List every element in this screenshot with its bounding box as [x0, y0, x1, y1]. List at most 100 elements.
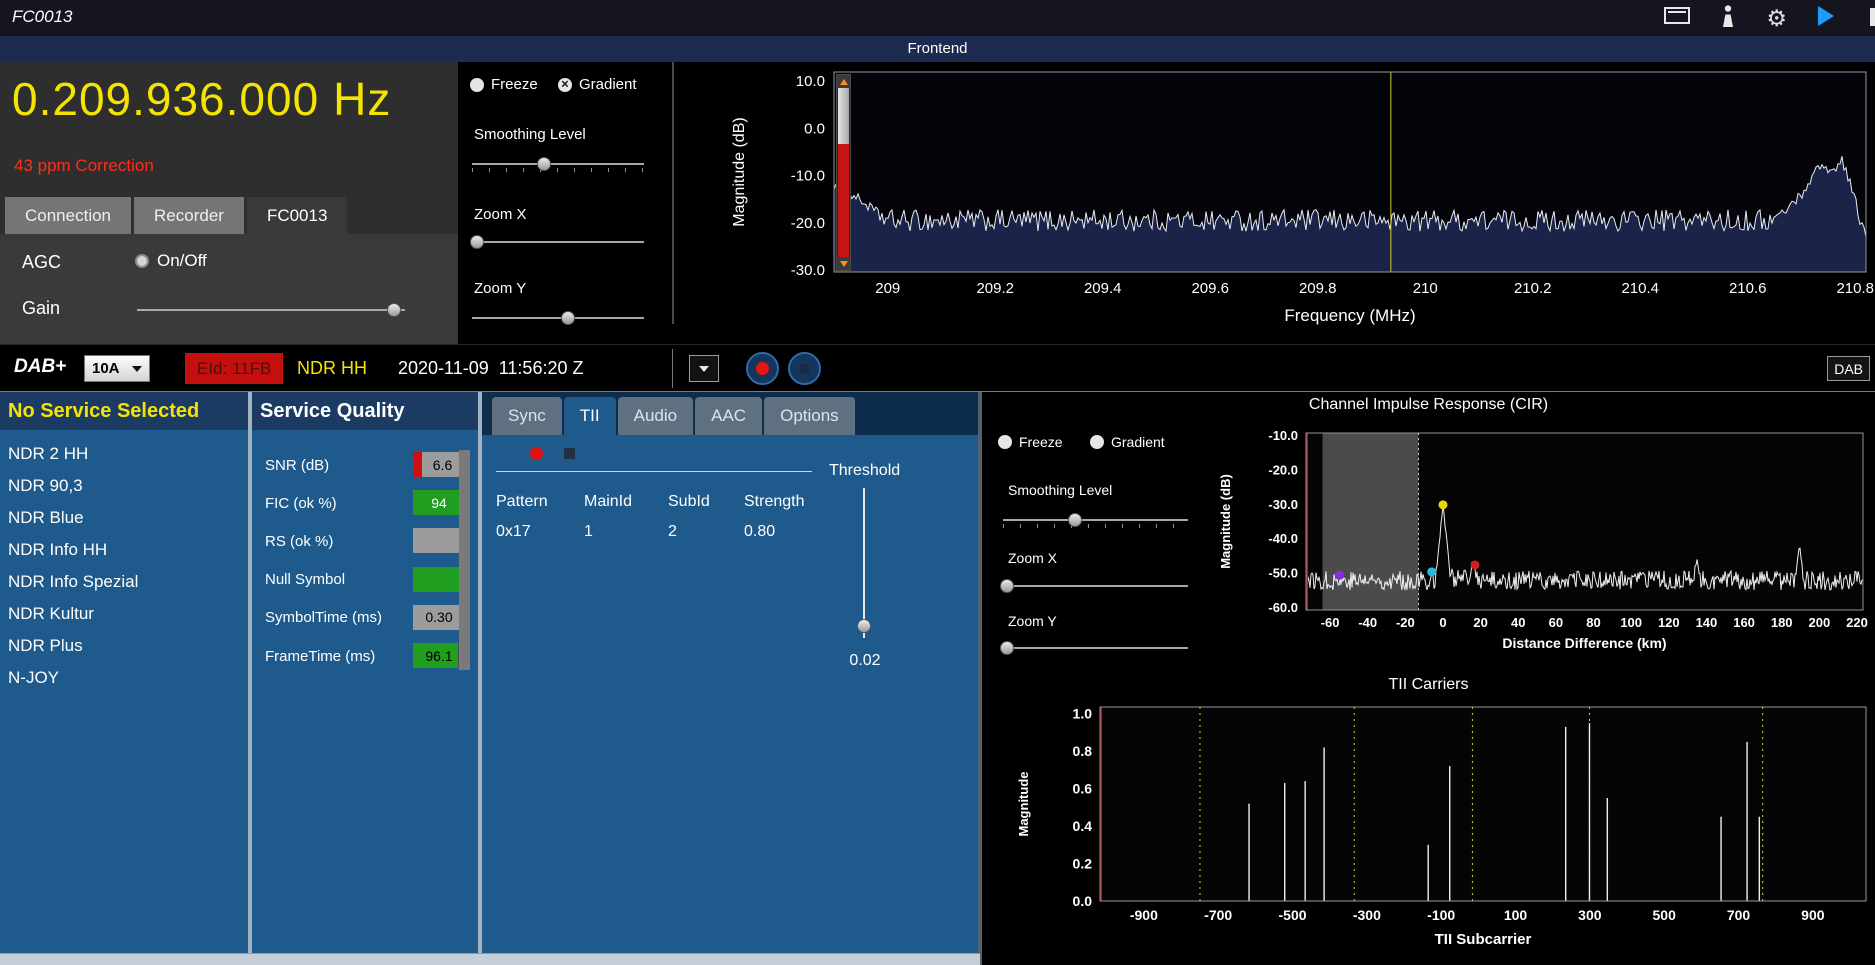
- x-axis-title: Frequency (MHz): [1284, 306, 1415, 325]
- tick-label: -60: [1321, 615, 1340, 630]
- zoom-x-label: Zoom X: [474, 206, 527, 223]
- table-header: MainId: [584, 493, 668, 511]
- freeze-radio[interactable]: Freeze: [470, 76, 538, 93]
- scrollbar-thumb[interactable]: [838, 88, 849, 144]
- tick-label: 500: [1653, 907, 1677, 923]
- zoom-y-slider[interactable]: [472, 310, 644, 326]
- slider-handle[interactable]: [857, 619, 871, 633]
- tick-label: 120: [1658, 615, 1680, 630]
- tick-label: 100: [1504, 907, 1528, 923]
- tick-label: -30.0: [1268, 497, 1298, 512]
- tick-label: 209: [875, 280, 900, 297]
- service-item[interactable]: NDR Info HH: [0, 534, 248, 566]
- service-item[interactable]: NDR Plus: [0, 630, 248, 662]
- tii-carriers-plot[interactable]: 1.00.80.60.40.20.0-900-700-500-300-10010…: [1000, 699, 1875, 965]
- agc-toggle[interactable]: On/Off: [135, 251, 207, 271]
- decoder-tab-options[interactable]: Options: [764, 397, 855, 435]
- tick-label: -10.0: [791, 168, 825, 185]
- cir-freeze-radio[interactable]: Freeze: [998, 434, 1063, 450]
- frontend-tab-connection[interactable]: Connection: [5, 197, 131, 234]
- threshold-slider[interactable]: [856, 488, 872, 638]
- window-title: FC0013: [12, 7, 72, 27]
- cir-purple-marker: [1335, 571, 1344, 580]
- service-item[interactable]: NDR 2 HH: [0, 438, 248, 470]
- radio-circle-icon: [1090, 435, 1104, 449]
- quality-value-box: 0.30: [413, 605, 465, 630]
- cir-smoothing-slider[interactable]: [1003, 512, 1188, 528]
- slider-handle[interactable]: [1000, 641, 1014, 655]
- slider-groove: [1003, 519, 1188, 521]
- gradient-radio[interactable]: Gradient: [558, 76, 637, 93]
- table-header: Pattern: [496, 493, 584, 511]
- slider-handle[interactable]: [387, 303, 401, 317]
- quality-scrollbar[interactable]: [459, 450, 470, 670]
- quality-value: 94: [431, 495, 447, 511]
- y-axis-title: Magnitude: [1016, 772, 1031, 837]
- tick-label: -20: [1396, 615, 1415, 630]
- decoder-tab-audio[interactable]: Audio: [618, 397, 693, 435]
- service-item[interactable]: NDR Blue: [0, 502, 248, 534]
- table-cell: 0.80: [744, 523, 836, 541]
- slider-handle[interactable]: [470, 235, 484, 249]
- recorder-dropdown-button[interactable]: [689, 355, 719, 382]
- table-header-row: PatternMainIdSubIdStrength: [496, 488, 840, 516]
- info-icon[interactable]: [1720, 4, 1736, 33]
- titlebar: FC0013 ⚙: [0, 0, 1875, 36]
- frontend-body: 0.209.936.000Hz 43 ppm Correction Connec…: [0, 62, 1875, 344]
- service-item[interactable]: NDR Info Spezial: [0, 566, 248, 598]
- cir-zoom-y-slider[interactable]: [1003, 640, 1188, 656]
- play-icon[interactable]: [1817, 5, 1835, 32]
- tick-label: -20.0: [1268, 462, 1298, 477]
- frontend-tab-fc0013[interactable]: FC0013: [247, 197, 347, 234]
- tick-label: 160: [1733, 615, 1755, 630]
- quality-value: 6.6: [433, 457, 452, 473]
- zoom-x-slider[interactable]: [472, 234, 644, 250]
- service-item[interactable]: NDR Kultur: [0, 598, 248, 630]
- smoothing-level-slider[interactable]: [472, 156, 644, 172]
- timestamp: 2020-11-09 11:56:20 Z: [398, 358, 583, 379]
- frequency-display: 0.209.936.000Hz: [12, 72, 391, 126]
- tick-label: 210: [1413, 280, 1438, 297]
- service-item[interactable]: N-JOY: [0, 662, 248, 694]
- cir-gradient-radio[interactable]: Gradient: [1090, 434, 1165, 450]
- cir-zoom-x-slider[interactable]: [1003, 578, 1188, 594]
- service-quality-panel: Service Quality SNR (dB)6.6FIC (ok %)94R…: [252, 392, 478, 953]
- slider-groove: [472, 317, 644, 319]
- stop-button[interactable]: [788, 352, 821, 385]
- tick-label: -100: [1427, 907, 1455, 923]
- gain-slider[interactable]: [137, 302, 405, 318]
- quality-label: RS (ok %): [265, 533, 333, 550]
- decoder-tab-tii[interactable]: TII: [564, 397, 616, 435]
- service-item[interactable]: NDR 90,3: [0, 470, 248, 502]
- tick-label: 80: [1586, 615, 1600, 630]
- decoder-tab-aac[interactable]: AAC: [695, 397, 762, 435]
- channel-select[interactable]: 10A: [84, 355, 150, 382]
- scroll-up-arrow-icon[interactable]: [837, 75, 850, 88]
- x-axis-title: Distance Difference (km): [1502, 635, 1666, 651]
- frontend-tab-recorder[interactable]: Recorder: [134, 197, 244, 234]
- zoom-y-label: Zoom Y: [474, 280, 526, 297]
- tick-label: 40: [1511, 615, 1525, 630]
- scroll-down-arrow-icon[interactable]: [837, 257, 850, 270]
- settings-gear-icon[interactable]: ⚙: [1766, 5, 1787, 31]
- slider-handle[interactable]: [1000, 579, 1014, 593]
- tick-label: 210.8: [1836, 280, 1874, 297]
- quality-row: FrameTime (ms)96.1: [265, 643, 470, 669]
- display-icon[interactable]: [1664, 6, 1690, 31]
- decoder-tab-sync[interactable]: Sync: [492, 397, 562, 435]
- ensemble-name: NDR HH: [297, 358, 367, 379]
- spectrum-plot[interactable]: 10.00.0-10.0-20.0-30.0209209.2209.4209.6…: [680, 62, 1875, 344]
- cir-smoothing-label: Smoothing Level: [1008, 482, 1112, 498]
- slider-ticks: [1003, 524, 1188, 528]
- tick-label: 210.2: [1514, 280, 1552, 297]
- slider-handle[interactable]: [561, 311, 575, 325]
- tick-label: 100: [1620, 615, 1642, 630]
- record-button[interactable]: [746, 352, 779, 385]
- cir-plot[interactable]: -10.0-20.0-30.0-40.0-50.0-60.0-60-40-200…: [1200, 425, 1875, 675]
- chevron-down-icon: [132, 366, 142, 372]
- table-cell: 1: [584, 523, 668, 541]
- horizontal-scrollbar[interactable]: [0, 953, 980, 965]
- chevron-down-icon: [699, 366, 709, 372]
- spectrum-scrollbar[interactable]: [836, 74, 851, 271]
- table-row[interactable]: 0x17120.80: [496, 516, 840, 548]
